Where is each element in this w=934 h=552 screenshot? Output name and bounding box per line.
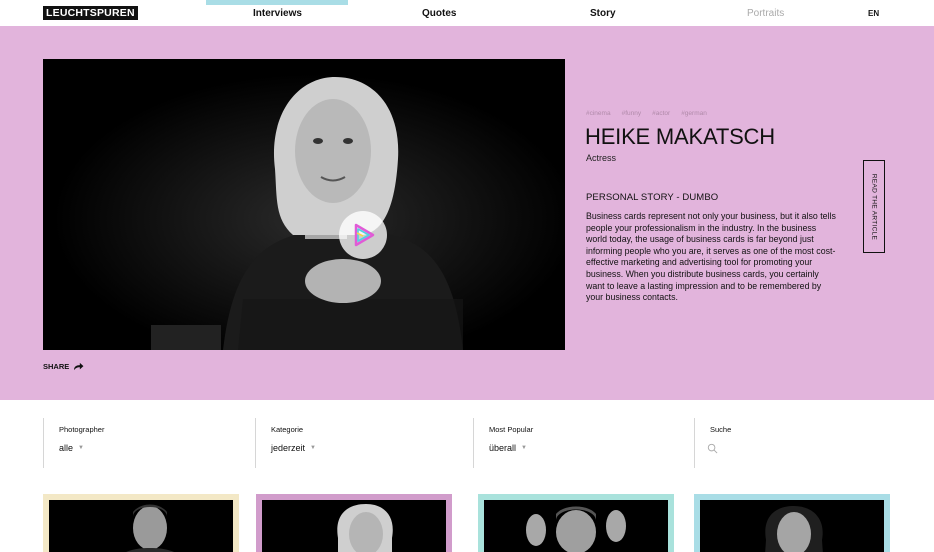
portrait-card[interactable] xyxy=(256,494,452,552)
share-arrow-icon xyxy=(74,362,84,371)
tag-list: #cinema #funny #actor #german xyxy=(586,110,707,117)
tag-actor[interactable]: #actor xyxy=(652,110,670,117)
nav-item-interviews[interactable]: Interviews xyxy=(253,8,302,20)
portrait-image xyxy=(484,500,668,552)
nav-item-story[interactable]: Story xyxy=(590,8,616,20)
search-filter[interactable]: Suche xyxy=(694,418,894,468)
photographer-filter[interactable]: Photographer alle ▼ xyxy=(43,418,260,468)
story-body: Business cards represent not only your b… xyxy=(586,211,836,303)
portrait-image xyxy=(700,500,884,552)
play-icon xyxy=(354,223,375,247)
popular-filter-label: Most Popular xyxy=(489,425,534,434)
read-article-button[interactable]: READ THE ARTICLE xyxy=(863,160,885,253)
video-still-image xyxy=(43,59,565,350)
active-nav-indicator xyxy=(206,0,348,5)
play-button[interactable] xyxy=(339,211,387,259)
share-label: SHARE xyxy=(43,362,70,371)
photographer-select[interactable]: alle ▼ xyxy=(59,443,84,453)
portrait-man-hands-raised-image xyxy=(484,500,668,552)
portrait-image xyxy=(262,500,446,552)
category-filter-label: Kategorie xyxy=(271,425,304,434)
nav-item-portraits[interactable]: Portraits xyxy=(747,8,784,20)
language-switch[interactable]: EN xyxy=(868,9,879,18)
top-navigation: LEUCHTSPUREN Interviews Quotes Story Por… xyxy=(0,0,934,26)
chevron-down-icon: ▼ xyxy=(78,445,84,451)
person-role: Actress xyxy=(586,153,617,163)
category-select-value: jederzeit xyxy=(271,443,306,453)
site-logo[interactable]: LEUCHTSPUREN xyxy=(43,6,138,20)
nav-item-quotes[interactable]: Quotes xyxy=(422,8,456,20)
photographer-select-value: alle xyxy=(59,443,74,453)
search-filter-label: Suche xyxy=(710,425,732,434)
story-title: PERSONAL STORY - DUMBO xyxy=(586,192,719,203)
portrait-card[interactable] xyxy=(694,494,890,552)
portrait-woman-dark-hair-image xyxy=(700,500,884,552)
popular-filter[interactable]: Most Popular überall ▼ xyxy=(473,418,694,468)
search-icon[interactable] xyxy=(707,443,718,454)
tag-funny[interactable]: #funny xyxy=(622,110,642,117)
chevron-down-icon: ▼ xyxy=(521,445,527,451)
chevron-down-icon: ▼ xyxy=(310,445,316,451)
category-select[interactable]: jederzeit ▼ xyxy=(271,443,316,453)
portrait-man-image xyxy=(49,500,233,552)
filter-bar: Photographer alle ▼ Kategorie jederzeit … xyxy=(0,400,934,490)
portrait-card[interactable] xyxy=(478,494,674,552)
interview-video[interactable] xyxy=(43,59,565,350)
photographer-filter-label: Photographer xyxy=(59,425,105,434)
portrait-image xyxy=(49,500,233,552)
portrait-card[interactable] xyxy=(43,494,239,552)
tag-german[interactable]: #german xyxy=(681,110,707,117)
read-article-label: READ THE ARTICLE xyxy=(870,173,878,240)
hero-section: SHARE #cinema #funny #actor #german HEIK… xyxy=(0,26,934,400)
portrait-woman-image xyxy=(262,500,446,552)
tag-cinema[interactable]: #cinema xyxy=(586,110,611,117)
share-button[interactable]: SHARE xyxy=(43,362,84,371)
person-name: HEIKE MAKATSCH xyxy=(585,124,775,149)
category-filter[interactable]: Kategorie jederzeit ▼ xyxy=(255,418,476,468)
popular-select-value: überall xyxy=(489,443,517,453)
popular-select[interactable]: überall ▼ xyxy=(489,443,527,453)
